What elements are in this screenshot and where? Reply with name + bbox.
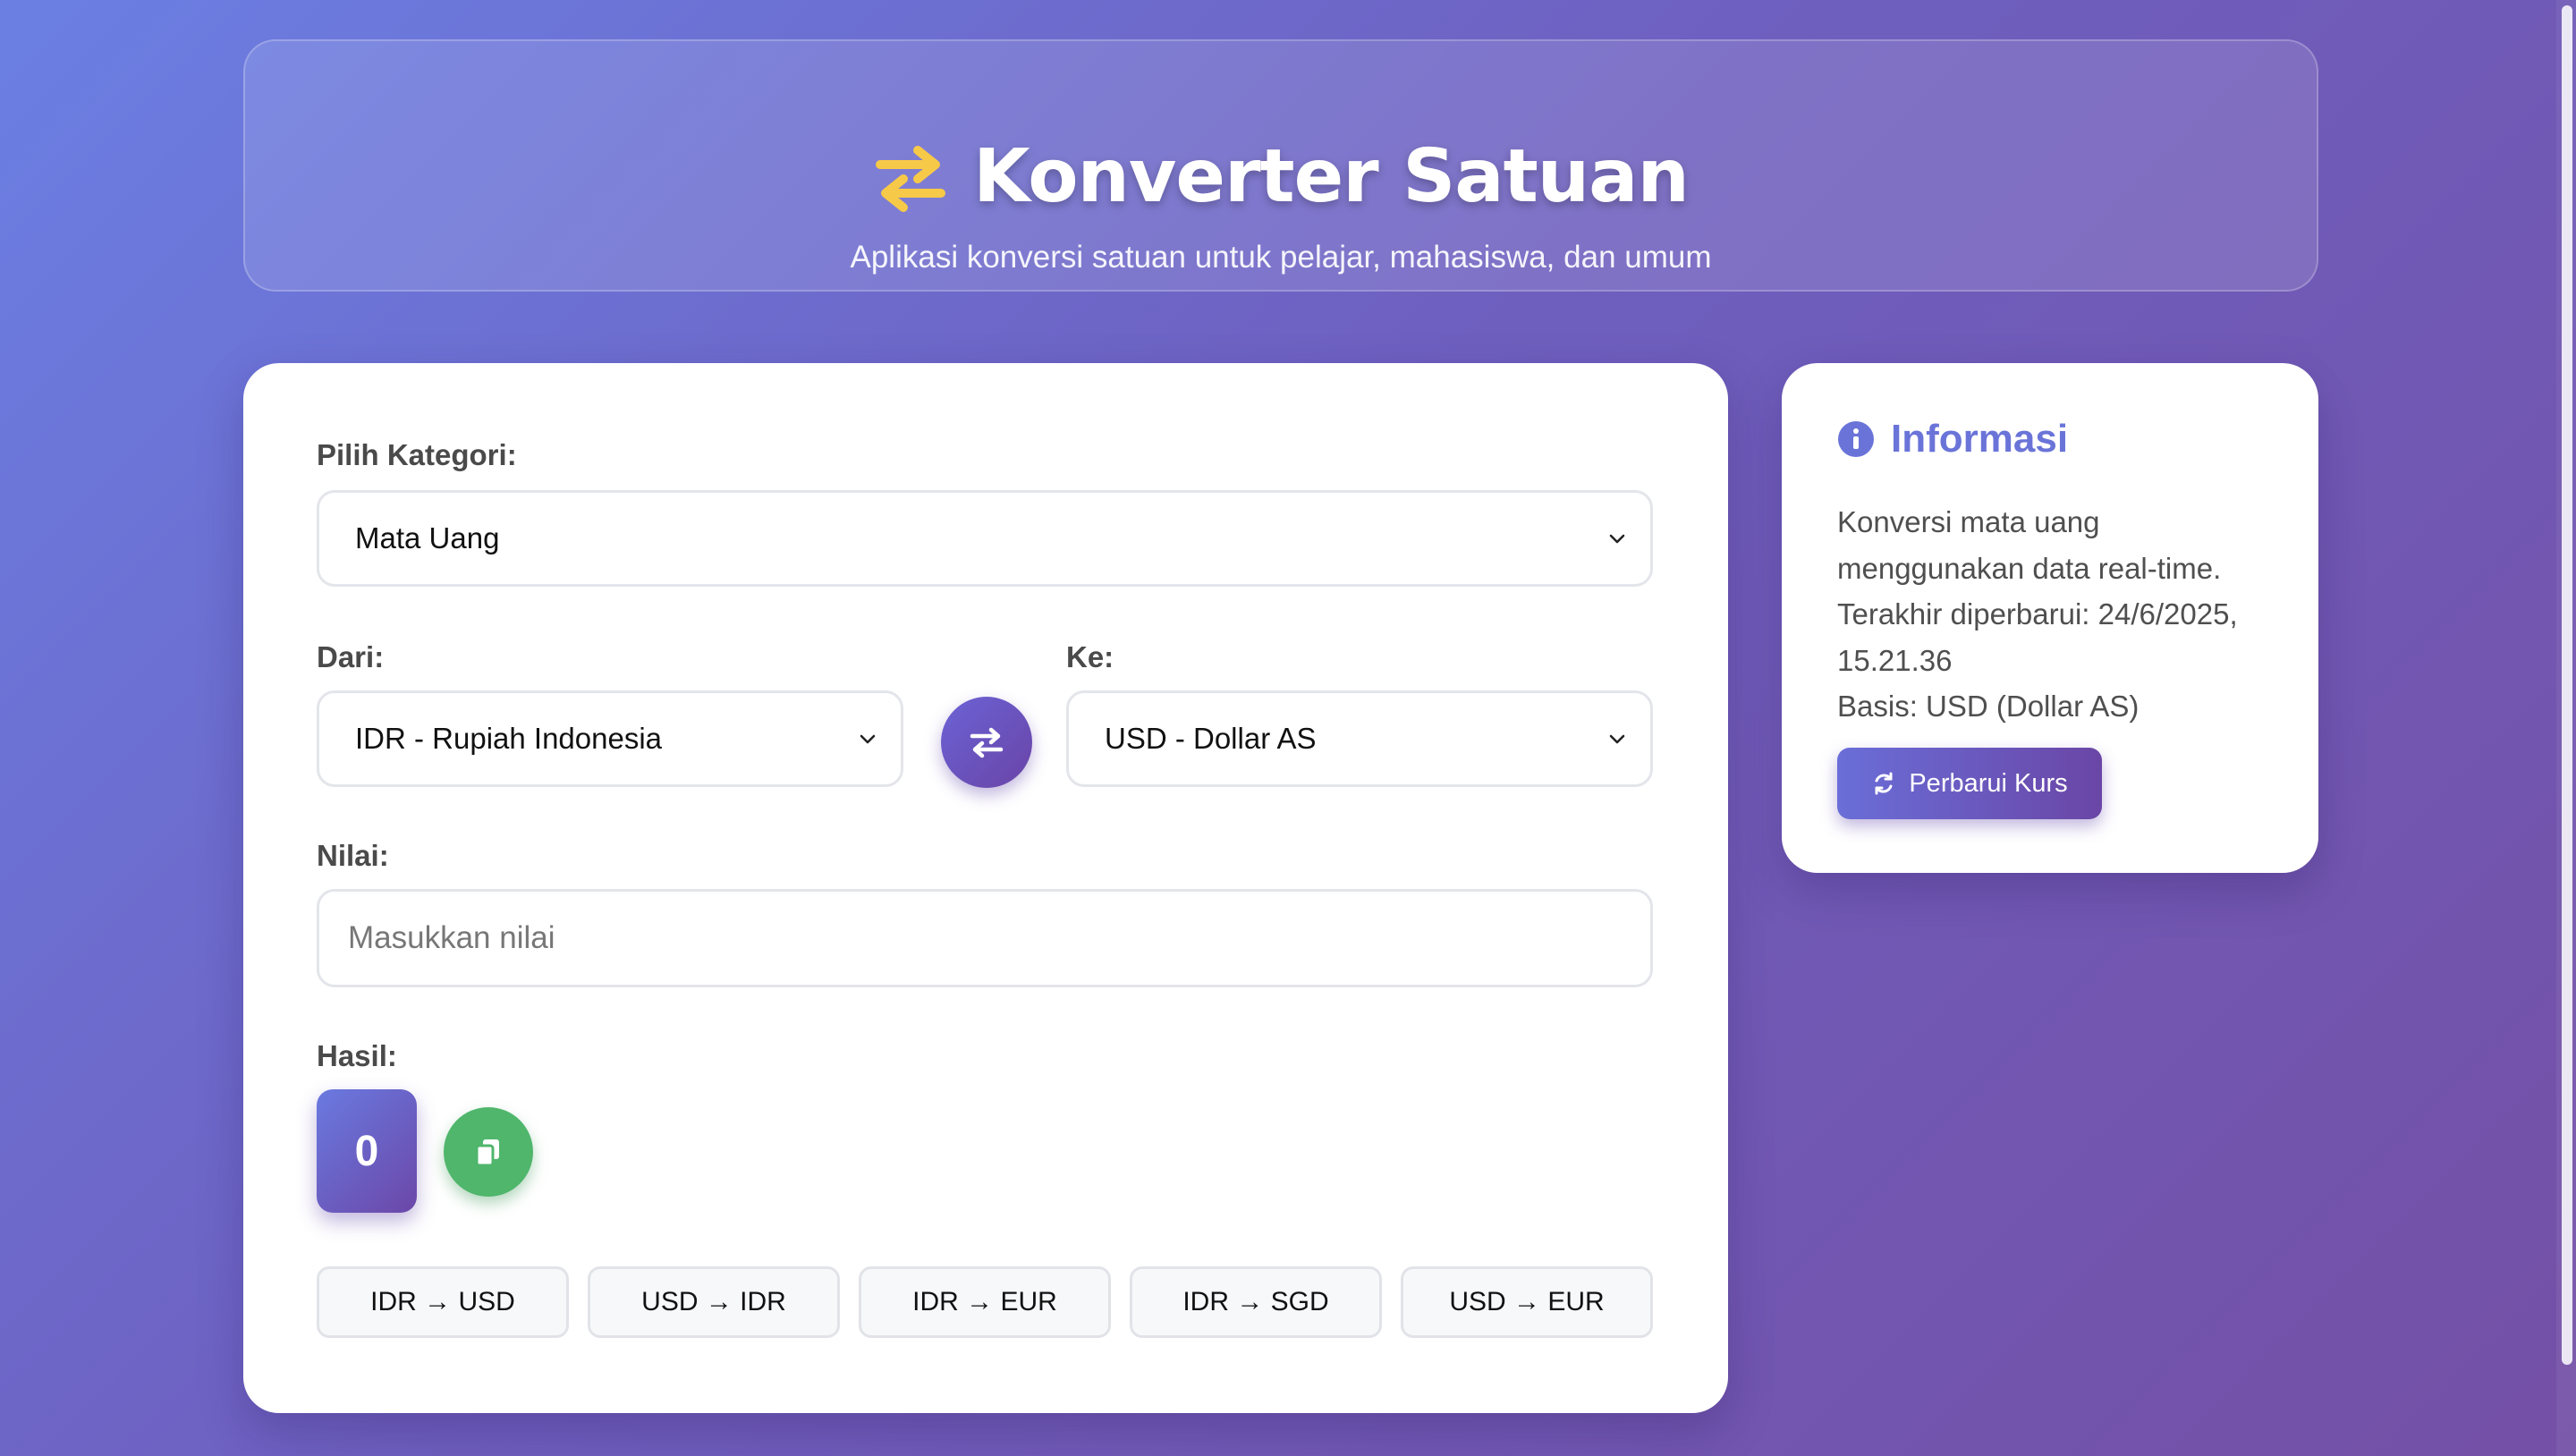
quick-convert-idr-usd-button[interactable]: IDR → USD <box>317 1266 569 1338</box>
result-label: Hasil: <box>317 1039 397 1072</box>
to-unit-select[interactable]: USD - Dollar AS <box>1066 690 1653 787</box>
copy-icon <box>475 1139 499 1167</box>
chevron-down-icon <box>1609 734 1625 744</box>
category-select[interactable]: Mata Uang <box>317 490 1653 587</box>
info-title: Informasi <box>1891 417 2069 461</box>
result-value: 0 <box>317 1089 417 1213</box>
info-text: Konversi mata uang menggunakan data real… <box>1837 499 2284 730</box>
info-title-row: Informasi <box>1837 417 2068 461</box>
exchange-arrows-icon <box>876 145 946 212</box>
quick-convert-idr-sgd-button[interactable]: IDR → SGD <box>1130 1266 1382 1338</box>
from-label: Dari: <box>317 640 385 673</box>
quick-convert-usd-eur-button[interactable]: USD → EUR <box>1401 1266 1653 1338</box>
from-unit-value: IDR - Rupiah Indonesia <box>355 722 663 755</box>
page-title: Konverter Satuan <box>973 134 1690 219</box>
value-label: Nilai: <box>317 839 389 872</box>
swap-icon <box>970 727 1004 758</box>
quick-convert-usd-idr-button[interactable]: USD → IDR <box>588 1266 840 1338</box>
page-subtitle: Aplikasi konversi satuan untuk pelajar, … <box>850 240 1712 275</box>
category-select-value: Mata Uang <box>355 521 500 554</box>
refresh-rates-button[interactable]: Perbarui Kurs <box>1837 748 2102 819</box>
value-input[interactable] <box>317 889 1653 987</box>
chevron-down-icon <box>1609 534 1625 544</box>
info-icon <box>1838 421 1874 457</box>
scrollbar-thumb[interactable] <box>2562 5 2572 1365</box>
copy-result-button[interactable] <box>444 1107 533 1197</box>
refresh-rates-label: Perbarui Kurs <box>1909 768 2068 798</box>
info-line: 15.21.36 <box>1837 643 1953 677</box>
header-title-row: Konverter Satuan <box>245 134 2317 219</box>
info-card: Informasi Konversi mata uang menggunakan… <box>1782 363 2318 873</box>
info-line: menggunakan data real-time. <box>1837 551 2222 585</box>
info-line: Basis: USD (Dollar AS) <box>1837 690 2140 723</box>
scrollbar[interactable] <box>2556 0 2576 1456</box>
refresh-icon <box>1875 772 1893 795</box>
info-line: Konversi mata uang <box>1837 505 2100 538</box>
chevron-down-icon <box>860 734 876 744</box>
quick-convert-idr-eur-button[interactable]: IDR → EUR <box>859 1266 1111 1338</box>
app-header: Konverter Satuan Aplikasi konversi satua… <box>243 39 2318 292</box>
converter-card: Pilih Kategori: Mata Uang Dari: IDR - Ru… <box>243 363 1728 1413</box>
to-label: Ke: <box>1066 640 1114 673</box>
info-line: Terakhir diperbarui: 24/6/2025, <box>1837 597 2238 631</box>
category-label: Pilih Kategori: <box>317 438 517 471</box>
from-unit-select[interactable]: IDR - Rupiah Indonesia <box>317 690 903 787</box>
swap-units-button[interactable] <box>941 697 1032 788</box>
to-unit-value: USD - Dollar AS <box>1105 722 1317 755</box>
